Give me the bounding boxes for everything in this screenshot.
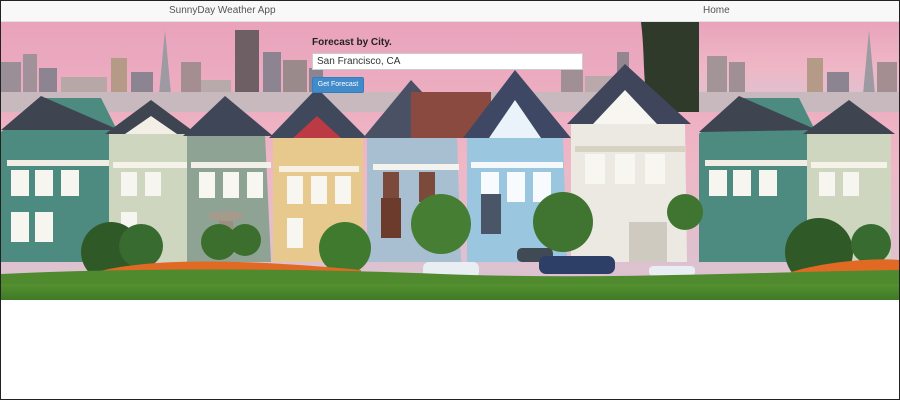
city-input[interactable] xyxy=(312,53,583,70)
get-forecast-button[interactable]: Get Forecast xyxy=(312,77,364,93)
navbar: SunnyDay Weather App Home xyxy=(0,0,900,22)
forecast-form: Forecast by City. Get Forecast xyxy=(312,37,584,93)
brand-link[interactable]: SunnyDay Weather App xyxy=(169,5,276,16)
forecast-label: Forecast by City. xyxy=(312,37,392,48)
nav-home-link[interactable]: Home xyxy=(703,5,730,16)
